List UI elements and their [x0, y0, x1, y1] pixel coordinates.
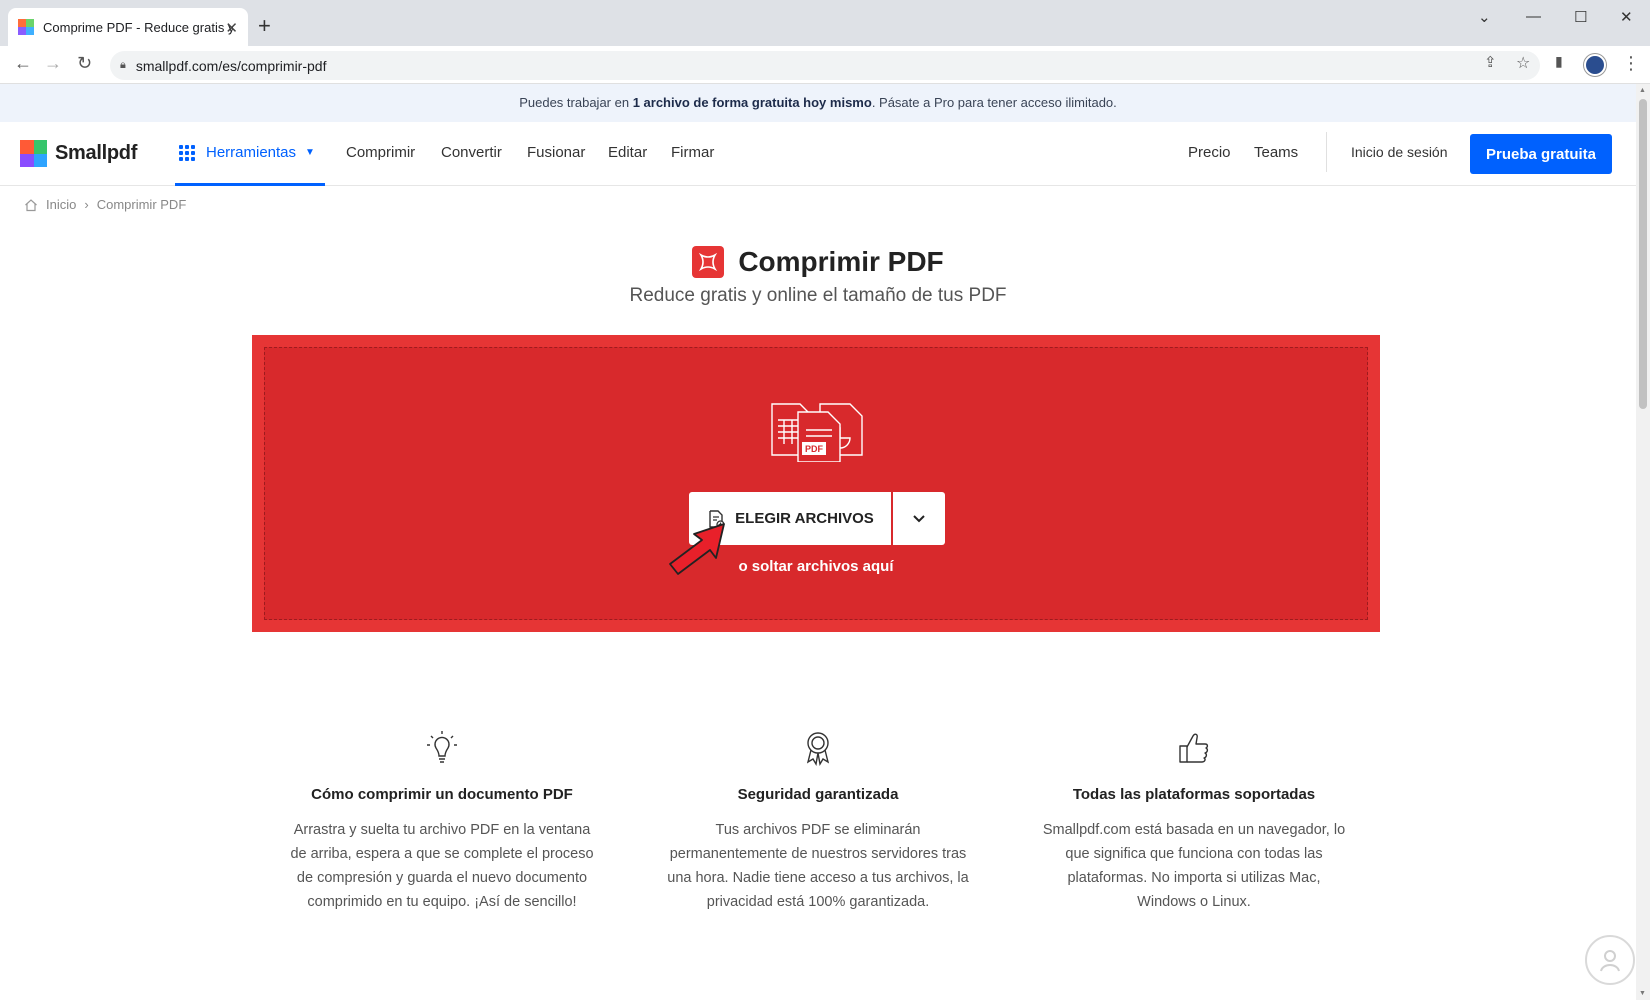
- file-dropzone[interactable]: PDF ELEGIR ARCHIVOS o soltar archivos aq…: [252, 335, 1380, 632]
- logo-text: Smallpdf: [55, 142, 138, 164]
- breadcrumb: Inicio › Comprimir PDF: [24, 197, 186, 212]
- nav-link-firmar[interactable]: Firmar: [671, 144, 714, 161]
- feature-how-to: Cómo comprimir un documento PDF Arrastra…: [287, 728, 597, 914]
- scroll-up-arrow-icon[interactable]: ▲: [1639, 87, 1646, 94]
- breadcrumb-home[interactable]: Inicio: [46, 197, 76, 212]
- banner-highlight: 1 archivo de forma gratuita hoy mismo: [632, 95, 872, 110]
- page-subtitle: Reduce gratis y online el tamaño de tus …: [629, 285, 1007, 306]
- browser-titlebar: Comprime PDF - Reduce gratis y ✕ + ⌄ — ☐…: [0, 0, 1650, 46]
- promo-banner: Puedes trabajar en 1 archivo de forma gr…: [0, 84, 1636, 122]
- caret-down-icon: ▼: [305, 147, 315, 158]
- feature-text: Arrastra y suelta tu archivo PDF en la v…: [290, 822, 594, 910]
- tools-label: Herramientas: [206, 144, 297, 161]
- watermark-logo-icon: [1585, 935, 1635, 985]
- tab-title: Comprime PDF - Reduce gratis y: [43, 19, 233, 35]
- home-icon: [25, 198, 37, 211]
- tab-close-icon[interactable]: ✕: [225, 19, 238, 37]
- apps-grid-icon: [179, 144, 195, 161]
- award-ribbon-icon: [806, 732, 830, 766]
- minimize-button[interactable]: —: [1526, 8, 1541, 25]
- page-title: Comprimir PDF: [738, 246, 944, 277]
- nav-link-precio[interactable]: Precio: [1188, 144, 1231, 161]
- feature-text: Smallpdf.com está basada en un navegador…: [1042, 822, 1346, 910]
- new-tab-button[interactable]: +: [258, 15, 271, 37]
- bookmark-star-icon[interactable]: ☆: [1516, 53, 1530, 73]
- smallpdf-logo[interactable]: Smallpdf: [20, 140, 137, 167]
- tab-search-icon[interactable]: ⌄: [1478, 8, 1491, 26]
- lightbulb-icon: [427, 731, 457, 763]
- banner-suffix: . Pásate a Pro para tener acceso ilimita…: [871, 95, 1117, 110]
- scroll-down-arrow-icon[interactable]: ▼: [1639, 990, 1646, 997]
- nav-link-fusionar[interactable]: Fusionar: [527, 144, 585, 161]
- smallpdf-favicon-icon: [18, 19, 34, 35]
- maximize-button[interactable]: ☐: [1574, 8, 1587, 26]
- hero-heading: Comprimir PDF: [0, 246, 1636, 278]
- drop-files-hint: o soltar archivos aquí: [738, 558, 894, 575]
- browser-toolbar: ← → ↻ 🔒︎ smallpdf.com/es/comprimir-pdf ⇪…: [0, 46, 1650, 84]
- feature-platforms: Todas las plataformas soportadas Smallpd…: [1039, 728, 1349, 914]
- nav-link-editar[interactable]: Editar: [608, 144, 647, 161]
- breadcrumb-current: Comprimir PDF: [96, 197, 187, 212]
- banner-prefix: Puedes trabajar en: [519, 95, 633, 110]
- choose-files-label: ELEGIR ARCHIVOS: [735, 510, 874, 527]
- side-panel-icon[interactable]: ▮: [1555, 53, 1563, 70]
- reload-icon[interactable]: ↻: [77, 53, 92, 74]
- annotation-arrow-icon: [669, 523, 725, 575]
- upload-options-button[interactable]: [893, 492, 945, 545]
- site-header: Smallpdf Herramientas ▼ Comprimir Conver…: [0, 122, 1636, 186]
- nav-link-teams[interactable]: Teams: [1254, 144, 1298, 161]
- dropzone-inner[interactable]: PDF ELEGIR ARCHIVOS o soltar archivos aq…: [264, 347, 1368, 620]
- address-bar[interactable]: 🔒︎ smallpdf.com/es/comprimir-pdf: [110, 51, 1540, 80]
- page-scrollbar[interactable]: ▲ ▼: [1636, 84, 1650, 1000]
- lock-icon: 🔒︎: [120, 59, 126, 71]
- feature-title: Cómo comprimir un documento PDF: [311, 786, 573, 803]
- feature-security: Seguridad garantizada Tus archivos PDF s…: [663, 728, 973, 914]
- forward-icon[interactable]: →: [44, 53, 62, 74]
- close-window-button[interactable]: ✕: [1620, 8, 1633, 26]
- share-icon[interactable]: ⇪: [1484, 53, 1497, 71]
- scroll-thumb[interactable]: [1639, 99, 1647, 409]
- illus-pdf-label: PDF: [805, 444, 824, 454]
- browser-tab[interactable]: Comprime PDF - Reduce gratis y ✕: [8, 8, 248, 46]
- nav-link-comprimir[interactable]: Comprimir: [346, 144, 415, 161]
- login-link[interactable]: Inicio de sesión: [1351, 144, 1448, 160]
- smallpdf-logo-icon: [20, 140, 47, 167]
- feature-title: Seguridad garantizada: [737, 786, 899, 803]
- breadcrumb-separator: ›: [84, 197, 89, 212]
- feature-text: Tus archivos PDF se eliminarán permanent…: [667, 822, 969, 910]
- nav-divider: [1326, 132, 1327, 172]
- feature-title: Todas las plataformas soportadas: [1072, 786, 1316, 803]
- tools-menu-button[interactable]: Herramientas ▼: [175, 122, 325, 186]
- back-icon[interactable]: ←: [14, 53, 32, 74]
- files-illustration-icon: PDF: [771, 403, 863, 462]
- chevron-down-icon: [913, 514, 925, 522]
- nav-link-convertir[interactable]: Convertir: [441, 144, 502, 161]
- free-trial-button[interactable]: Prueba gratuita: [1470, 134, 1612, 174]
- compress-tool-icon: [692, 246, 725, 278]
- profile-avatar[interactable]: [1584, 54, 1606, 76]
- thumbs-up-icon: [1179, 733, 1209, 763]
- url-text[interactable]: smallpdf.com/es/comprimir-pdf: [136, 58, 327, 74]
- menu-icon[interactable]: ⋮: [1622, 53, 1640, 74]
